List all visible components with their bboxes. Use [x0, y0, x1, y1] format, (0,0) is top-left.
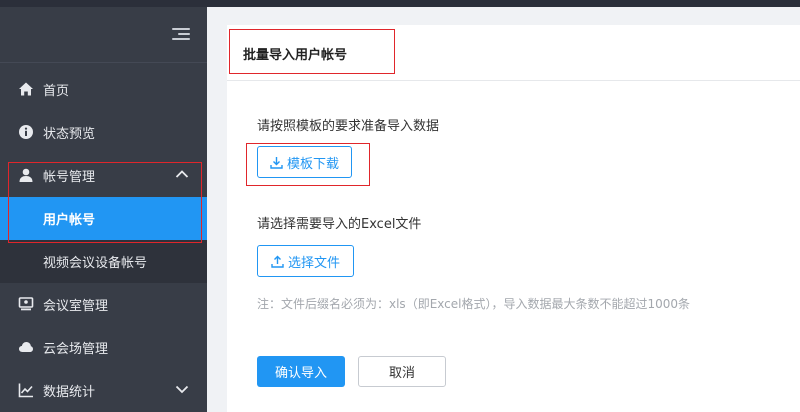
meeting-room-icon [18, 297, 34, 311]
info-icon [19, 125, 33, 139]
sidebar-item-user-account[interactable]: 用户帐号 [0, 197, 207, 240]
page-title: 批量导入用户帐号 [243, 48, 348, 63]
sidebar-item-home[interactable]: 首页 [0, 68, 207, 111]
choose-file-button[interactable]: 选择文件 [257, 245, 354, 277]
sidebar-item-label: 用户帐号 [43, 213, 96, 228]
sidebar: 首页 状态预览 帐号管理 用户帐号 视频会议设备帐号 会议室管理 云会场管理 数… [0, 7, 207, 412]
header-divider [227, 80, 800, 81]
sidebar-item-status[interactable]: 状态预览 [0, 111, 207, 154]
download-icon [270, 156, 283, 169]
sidebar-item-cloud-venue[interactable]: 云会场管理 [0, 326, 207, 369]
file-format-note: 注：文件后缀名必须为：xls（即Excel格式），导入数据最大条数不能超过100… [257, 297, 691, 311]
sidebar-item-label: 云会场管理 [43, 342, 109, 357]
cloud-icon [19, 342, 33, 352]
sidebar-item-account-management[interactable]: 帐号管理 [0, 154, 207, 197]
sidebar-item-statistics[interactable]: 数据统计 [0, 369, 207, 412]
chevron-up-icon [175, 170, 189, 178]
main-content: 批量导入用户帐号 请按照模板的要求准备导入数据 模板下载 请选择需要导入的Exc… [227, 25, 800, 412]
sidebar-item-label: 数据统计 [43, 385, 96, 400]
step2-instruction: 请选择需要导入的Excel文件 [257, 217, 422, 232]
sidebar-item-label: 首页 [43, 84, 70, 99]
sidebar-divider [0, 62, 207, 63]
cancel-button[interactable]: 取消 [358, 356, 446, 387]
chart-icon [18, 383, 33, 398]
confirm-import-button[interactable]: 确认导入 [257, 356, 345, 387]
sidebar-item-label: 状态预览 [43, 127, 96, 142]
sidebar-item-label: 会议室管理 [43, 299, 109, 314]
button-label: 模板下载 [286, 156, 339, 172]
button-label: 选择文件 [287, 255, 340, 271]
sidebar-item-label: 视频会议设备帐号 [43, 256, 148, 271]
upload-icon [271, 255, 284, 268]
home-icon [19, 82, 33, 96]
sidebar-item-label: 帐号管理 [43, 170, 96, 185]
template-download-button[interactable]: 模板下载 [257, 146, 352, 178]
chevron-down-icon [175, 385, 189, 394]
top-bar [0, 0, 800, 7]
menu-collapse-icon[interactable] [172, 25, 190, 41]
sidebar-item-meeting-room[interactable]: 会议室管理 [0, 283, 207, 326]
sidebar-item-video-device-account[interactable]: 视频会议设备帐号 [0, 240, 207, 283]
step1-instruction: 请按照模板的要求准备导入数据 [257, 119, 440, 134]
user-icon [19, 168, 33, 182]
